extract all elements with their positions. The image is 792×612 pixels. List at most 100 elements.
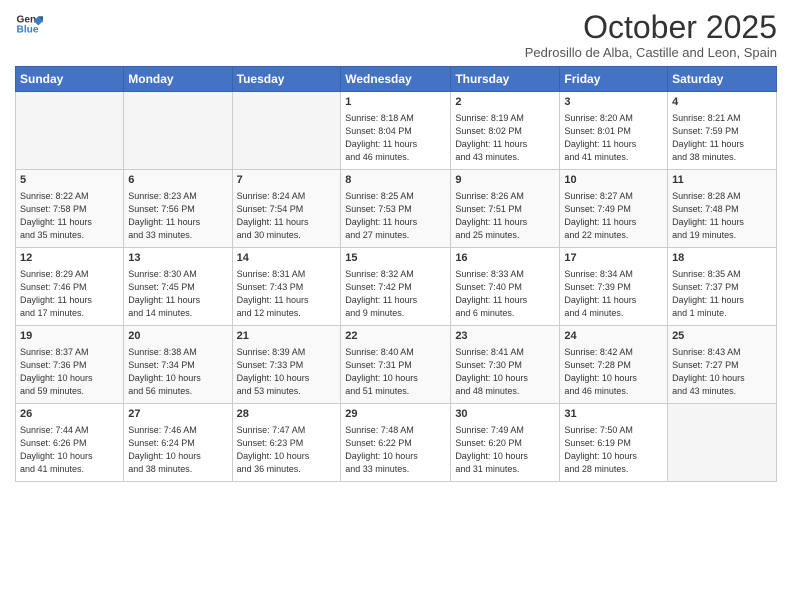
calendar-cell: 8 Sunrise: 8:25 AM Sunset: 7:53 PM Daylig…	[341, 170, 451, 248]
day-info: Sunrise: 7:47 AM Sunset: 6:23 PM Dayligh…	[237, 424, 337, 476]
day-info: Sunrise: 8:21 AM Sunset: 7:59 PM Dayligh…	[672, 112, 772, 164]
day-number: 18	[672, 251, 772, 266]
day-info: Sunrise: 8:40 AM Sunset: 7:31 PM Dayligh…	[345, 346, 446, 398]
day-number: 31	[564, 407, 663, 422]
day-number: 29	[345, 407, 446, 422]
day-number: 16	[455, 251, 555, 266]
day-number: 9	[455, 173, 555, 188]
calendar-cell: 26 Sunrise: 7:44 AM Sunset: 6:26 PM Dayli…	[16, 404, 124, 482]
day-number: 2	[455, 95, 555, 110]
location-subtitle: Pedrosillo de Alba, Castille and Leon, S…	[525, 45, 777, 60]
day-number: 5	[20, 173, 119, 188]
day-number: 1	[345, 95, 446, 110]
calendar-cell: 31 Sunrise: 7:50 AM Sunset: 6:19 PM Dayli…	[560, 404, 668, 482]
weekday-header-friday: Friday	[560, 67, 668, 92]
calendar-cell: 15Sunrise: 8:32 AM Sunset: 7:42 PM Dayli…	[341, 248, 451, 326]
day-info: Sunrise: 7:49 AM Sunset: 6:20 PM Dayligh…	[455, 424, 555, 476]
day-info: Sunrise: 8:30 AM Sunset: 7:45 PM Dayligh…	[128, 268, 227, 320]
calendar-week-3: 19 Sunrise: 8:37 AM Sunset: 7:36 PM Dayli…	[16, 326, 777, 404]
day-info: Sunrise: 8:25 AM Sunset: 7:53 PM Dayligh…	[345, 190, 446, 242]
calendar-cell: 20 Sunrise: 8:38 AM Sunset: 7:34 PM Dayli…	[124, 326, 232, 404]
calendar-table: SundayMondayTuesdayWednesdayThursdayFrid…	[15, 66, 777, 482]
calendar-cell: 23Sunrise: 8:41 AM Sunset: 7:30 PM Dayli…	[451, 326, 560, 404]
page: General Blue October 2025 Pedrosillo de …	[0, 0, 792, 612]
calendar-cell: 21Sunrise: 8:39 AM Sunset: 7:33 PM Dayli…	[232, 326, 341, 404]
day-info: Sunrise: 7:44 AM Sunset: 6:26 PM Dayligh…	[20, 424, 119, 476]
weekday-header-row: SundayMondayTuesdayWednesdayThursdayFrid…	[16, 67, 777, 92]
calendar-week-2: 12 Sunrise: 8:29 AM Sunset: 7:46 PM Dayli…	[16, 248, 777, 326]
day-info: Sunrise: 8:20 AM Sunset: 8:01 PM Dayligh…	[564, 112, 663, 164]
calendar-cell: 4 Sunrise: 8:21 AM Sunset: 7:59 PM Daylig…	[668, 92, 777, 170]
day-number: 19	[20, 329, 119, 344]
calendar-cell: 9 Sunrise: 8:26 AM Sunset: 7:51 PM Daylig…	[451, 170, 560, 248]
day-number: 22	[345, 329, 446, 344]
day-info: Sunrise: 8:41 AM Sunset: 7:30 PM Dayligh…	[455, 346, 555, 398]
day-info: Sunrise: 8:22 AM Sunset: 7:58 PM Dayligh…	[20, 190, 119, 242]
day-info: Sunrise: 7:48 AM Sunset: 6:22 PM Dayligh…	[345, 424, 446, 476]
day-number: 30	[455, 407, 555, 422]
day-number: 26	[20, 407, 119, 422]
day-info: Sunrise: 8:39 AM Sunset: 7:33 PM Dayligh…	[237, 346, 337, 398]
day-number: 25	[672, 329, 772, 344]
calendar-cell: 25 Sunrise: 8:43 AM Sunset: 7:27 PM Dayli…	[668, 326, 777, 404]
calendar-cell: 2Sunrise: 8:19 AM Sunset: 8:02 PM Daylig…	[451, 92, 560, 170]
day-info: Sunrise: 8:35 AM Sunset: 7:37 PM Dayligh…	[672, 268, 772, 320]
title-block: October 2025 Pedrosillo de Alba, Castill…	[525, 10, 777, 60]
calendar-cell: 30 Sunrise: 7:49 AM Sunset: 6:20 PM Dayli…	[451, 404, 560, 482]
day-number: 27	[128, 407, 227, 422]
day-info: Sunrise: 7:50 AM Sunset: 6:19 PM Dayligh…	[564, 424, 663, 476]
calendar-cell: 10Sunrise: 8:27 AM Sunset: 7:49 PM Dayli…	[560, 170, 668, 248]
weekday-header-tuesday: Tuesday	[232, 67, 341, 92]
day-info: Sunrise: 8:37 AM Sunset: 7:36 PM Dayligh…	[20, 346, 119, 398]
day-info: Sunrise: 8:18 AM Sunset: 8:04 PM Dayligh…	[345, 112, 446, 164]
day-number: 11	[672, 173, 772, 188]
day-info: Sunrise: 8:23 AM Sunset: 7:56 PM Dayligh…	[128, 190, 227, 242]
day-number: 8	[345, 173, 446, 188]
day-number: 7	[237, 173, 337, 188]
calendar-cell: 29 Sunrise: 7:48 AM Sunset: 6:22 PM Dayli…	[341, 404, 451, 482]
calendar-cell: 14Sunrise: 8:31 AM Sunset: 7:43 PM Dayli…	[232, 248, 341, 326]
day-info: Sunrise: 8:28 AM Sunset: 7:48 PM Dayligh…	[672, 190, 772, 242]
calendar-cell	[232, 92, 341, 170]
calendar-week-4: 26 Sunrise: 7:44 AM Sunset: 6:26 PM Dayli…	[16, 404, 777, 482]
day-number: 4	[672, 95, 772, 110]
calendar-cell: 1 Sunrise: 8:18 AM Sunset: 8:04 PM Daylig…	[341, 92, 451, 170]
day-number: 20	[128, 329, 227, 344]
logo-icon: General Blue	[15, 10, 43, 38]
calendar-week-0: 1 Sunrise: 8:18 AM Sunset: 8:04 PM Daylig…	[16, 92, 777, 170]
logo: General Blue	[15, 10, 43, 38]
weekday-header-saturday: Saturday	[668, 67, 777, 92]
day-info: Sunrise: 8:42 AM Sunset: 7:28 PM Dayligh…	[564, 346, 663, 398]
calendar-cell: 17 Sunrise: 8:34 AM Sunset: 7:39 PM Dayli…	[560, 248, 668, 326]
day-info: Sunrise: 8:24 AM Sunset: 7:54 PM Dayligh…	[237, 190, 337, 242]
day-info: Sunrise: 8:29 AM Sunset: 7:46 PM Dayligh…	[20, 268, 119, 320]
calendar-cell: 13Sunrise: 8:30 AM Sunset: 7:45 PM Dayli…	[124, 248, 232, 326]
day-number: 15	[345, 251, 446, 266]
day-info: Sunrise: 8:34 AM Sunset: 7:39 PM Dayligh…	[564, 268, 663, 320]
weekday-header-sunday: Sunday	[16, 67, 124, 92]
day-info: Sunrise: 8:33 AM Sunset: 7:40 PM Dayligh…	[455, 268, 555, 320]
day-number: 12	[20, 251, 119, 266]
calendar-cell	[124, 92, 232, 170]
day-info: Sunrise: 8:27 AM Sunset: 7:49 PM Dayligh…	[564, 190, 663, 242]
calendar-cell: 3 Sunrise: 8:20 AM Sunset: 8:01 PM Daylig…	[560, 92, 668, 170]
calendar-cell: 12 Sunrise: 8:29 AM Sunset: 7:46 PM Dayli…	[16, 248, 124, 326]
calendar-cell: 5 Sunrise: 8:22 AM Sunset: 7:58 PM Daylig…	[16, 170, 124, 248]
weekday-header-wednesday: Wednesday	[341, 67, 451, 92]
calendar-cell: 19 Sunrise: 8:37 AM Sunset: 7:36 PM Dayli…	[16, 326, 124, 404]
calendar-cell: 16 Sunrise: 8:33 AM Sunset: 7:40 PM Dayli…	[451, 248, 560, 326]
calendar-cell: 6Sunrise: 8:23 AM Sunset: 7:56 PM Daylig…	[124, 170, 232, 248]
day-number: 24	[564, 329, 663, 344]
header: General Blue October 2025 Pedrosillo de …	[15, 10, 777, 60]
day-info: Sunrise: 8:38 AM Sunset: 7:34 PM Dayligh…	[128, 346, 227, 398]
calendar-cell: 11 Sunrise: 8:28 AM Sunset: 7:48 PM Dayli…	[668, 170, 777, 248]
day-number: 3	[564, 95, 663, 110]
day-number: 17	[564, 251, 663, 266]
calendar-cell: 28Sunrise: 7:47 AM Sunset: 6:23 PM Dayli…	[232, 404, 341, 482]
calendar-cell	[668, 404, 777, 482]
calendar-cell: 18 Sunrise: 8:35 AM Sunset: 7:37 PM Dayli…	[668, 248, 777, 326]
calendar-cell: 24 Sunrise: 8:42 AM Sunset: 7:28 PM Dayli…	[560, 326, 668, 404]
day-info: Sunrise: 8:26 AM Sunset: 7:51 PM Dayligh…	[455, 190, 555, 242]
calendar-cell	[16, 92, 124, 170]
day-info: Sunrise: 8:43 AM Sunset: 7:27 PM Dayligh…	[672, 346, 772, 398]
